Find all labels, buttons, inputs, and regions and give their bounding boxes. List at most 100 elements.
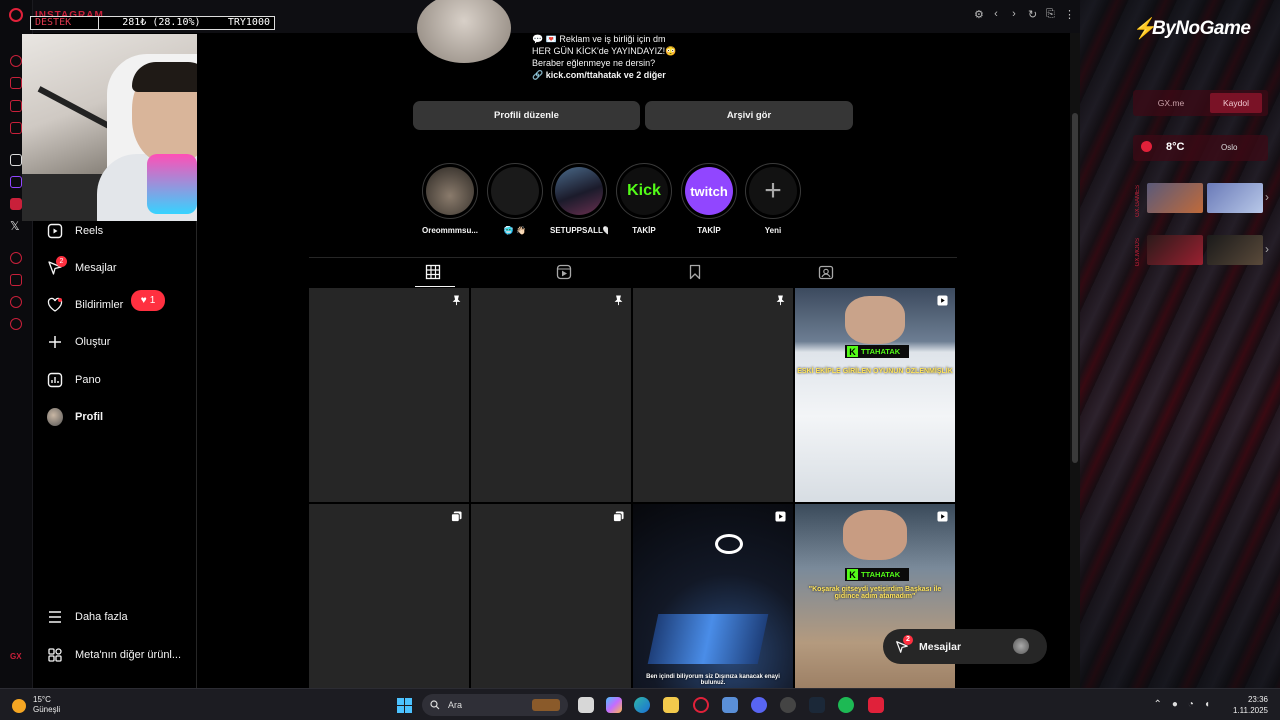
kick-logo-icon: Kick xyxy=(620,167,668,215)
post-tile[interactable] xyxy=(309,288,469,502)
windows-start-icon[interactable] xyxy=(397,698,412,713)
wifi-icon[interactable]: ◔ xyxy=(1188,699,1194,710)
post-tile[interactable]: Ben içindi biliyorum siz Dışınıza kanaca… xyxy=(633,504,793,718)
copilot-icon[interactable] xyxy=(606,697,622,713)
opera-gx-icon[interactable] xyxy=(693,697,709,713)
saved-tab-icon[interactable] xyxy=(687,264,703,280)
profile-avatar[interactable] xyxy=(417,0,511,63)
sidebar-item-notifications[interactable]: Bildirimler xyxy=(47,294,123,316)
more-icon[interactable]: ⋮ xyxy=(1064,8,1075,21)
highlight-item[interactable]: 🥶 👋🏻 xyxy=(486,163,544,235)
post-tile[interactable]: K TTAHATAK "Koşarak gitseydi yetişirdim B… xyxy=(795,504,955,718)
cube-icon[interactable] xyxy=(10,274,22,286)
download-icon[interactable] xyxy=(10,296,22,308)
sidebar-item-dashboard[interactable]: Pano xyxy=(47,369,101,391)
edge-icon[interactable] xyxy=(634,697,650,713)
messages-badge: 2 xyxy=(56,256,67,267)
gx-mod-thumb[interactable] xyxy=(1147,235,1203,265)
discord-icon[interactable] xyxy=(751,697,767,713)
reels-tab-icon[interactable] xyxy=(556,264,572,280)
file-explorer-icon[interactable] xyxy=(663,697,679,713)
forward-icon[interactable]: › xyxy=(1010,8,1018,21)
history-icon[interactable] xyxy=(10,252,22,264)
volume-icon[interactable]: ◖ xyxy=(1204,699,1210,710)
sidebar-item-messages[interactable]: 2 Mesajlar xyxy=(47,256,117,279)
reload-icon[interactable]: ↻ xyxy=(1028,8,1037,21)
post-tile[interactable]: K TTAHATAK ESKİ EKİPLE GİRİLEN OYUNUN ÖZL… xyxy=(795,288,955,502)
edit-profile-button[interactable]: Profili düzenle xyxy=(413,101,640,130)
search-placeholder: Ara xyxy=(448,700,463,710)
avatar xyxy=(47,408,63,426)
weather-sun-icon[interactable] xyxy=(12,699,26,713)
kick-tag-text: TTAHATAK xyxy=(861,347,901,356)
register-button[interactable]: Kaydol xyxy=(1210,93,1262,113)
chevron-right-icon[interactable]: › xyxy=(1265,190,1269,204)
taskbar-search[interactable]: Ara xyxy=(422,694,568,716)
notification-pill[interactable]: ♥ 1 xyxy=(131,290,165,311)
goal-target: TRY1000 xyxy=(227,17,270,28)
plus-icon xyxy=(47,334,63,350)
ai-icon[interactable] xyxy=(10,154,22,166)
highlight-cover xyxy=(555,167,603,215)
avatar xyxy=(1013,638,1029,654)
tagged-tab-icon[interactable] xyxy=(818,264,834,280)
bag-icon[interactable] xyxy=(10,77,22,89)
post-tile[interactable] xyxy=(471,504,631,718)
desk-setup xyxy=(647,614,769,664)
highlight-label: TAKİP xyxy=(697,226,721,235)
highlight-item[interactable]: Kick TAKİP xyxy=(615,163,673,235)
app-icon[interactable] xyxy=(780,697,796,713)
page-scrollbar[interactable] xyxy=(1070,33,1080,688)
back-icon[interactable]: ‹ xyxy=(992,8,1000,21)
taskbar-clock[interactable]: 23:36 1.11.2025 xyxy=(1233,694,1268,716)
gx-games-label: GX.GAMES xyxy=(1135,185,1141,218)
post-tile[interactable] xyxy=(471,288,631,502)
chevron-up-icon[interactable]: ⌃ xyxy=(1153,699,1161,710)
app-icon[interactable] xyxy=(722,697,738,713)
view-archive-button[interactable]: Arşivi gör xyxy=(645,101,853,130)
app-icon[interactable] xyxy=(868,697,884,713)
sidebar-item-more[interactable]: Daha fazla xyxy=(47,606,128,628)
steam-icon[interactable] xyxy=(809,697,825,713)
highlight-item[interactable]: SETUPPSALL🤍 xyxy=(550,163,608,235)
gx-me-button[interactable]: GX.me xyxy=(1138,93,1204,113)
mic-icon[interactable]: ● xyxy=(1172,699,1178,710)
sidebar-item-meta-apps[interactable]: Meta'nın diğer ürünl... xyxy=(47,644,181,666)
sidebar-item-create[interactable]: Oluştur xyxy=(47,331,110,353)
settings-icon[interactable]: ⚙ xyxy=(974,8,984,21)
post-tile[interactable] xyxy=(309,504,469,718)
settings-icon[interactable] xyxy=(10,318,22,330)
highlight-cover xyxy=(426,167,474,215)
sidebar-item-profile[interactable]: Profil xyxy=(47,406,103,428)
highlight-item[interactable]: twitch TAKİP xyxy=(680,163,738,235)
speed-dial-icon[interactable] xyxy=(10,55,22,67)
taskbar-weather[interactable]: 15°C Güneşli xyxy=(33,695,60,715)
video-icon[interactable] xyxy=(10,122,22,134)
twitch-icon[interactable] xyxy=(10,176,22,188)
gx-game-thumb[interactable] xyxy=(1207,183,1263,213)
windows-taskbar: 15°C Güneşli Ara ⌃ ● ◔ ◖ 23:36 1.11.2025 xyxy=(0,688,1280,720)
messages-label: Mesajlar xyxy=(919,640,962,653)
posts-grid: K TTAHATAK ESKİ EKİPLE GİRİLEN OYUNUN ÖZL… xyxy=(309,288,957,718)
chat-icon[interactable] xyxy=(10,100,22,112)
opera-logo-icon[interactable] xyxy=(9,8,23,22)
gx-game-thumb[interactable] xyxy=(1147,183,1203,213)
sidebar-item-label: Meta'nın diğer ürünl... xyxy=(75,649,182,661)
bio-link-text: kick.com/ttahatak ve 2 diğer xyxy=(545,70,666,80)
sidebar-item-label: Daha fazla xyxy=(75,611,128,623)
highlight-new[interactable]: + Yeni xyxy=(744,163,802,235)
post-tile[interactable] xyxy=(633,288,793,502)
bio-link[interactable]: 🔗 kick.com/ttahatak ve 2 diğer xyxy=(532,69,676,81)
x-icon[interactable]: 𝕏 xyxy=(10,220,22,232)
posts-grid-icon[interactable] xyxy=(425,264,441,280)
messages-floating-button[interactable]: 2 Mesajlar xyxy=(883,629,1047,664)
snapshot-icon[interactable]: ⎘ xyxy=(1046,8,1055,21)
highlight-item[interactable]: Oreommmsu... xyxy=(421,163,479,235)
instagram-icon[interactable] xyxy=(10,198,22,210)
gx-mod-thumb[interactable] xyxy=(1207,235,1263,265)
sidebar-item-reels[interactable]: Reels xyxy=(47,220,103,242)
task-view-icon[interactable] xyxy=(578,697,594,713)
scrollbar-thumb[interactable] xyxy=(1072,113,1078,463)
spotify-icon[interactable] xyxy=(838,697,854,713)
chevron-right-icon[interactable]: › xyxy=(1265,242,1269,256)
